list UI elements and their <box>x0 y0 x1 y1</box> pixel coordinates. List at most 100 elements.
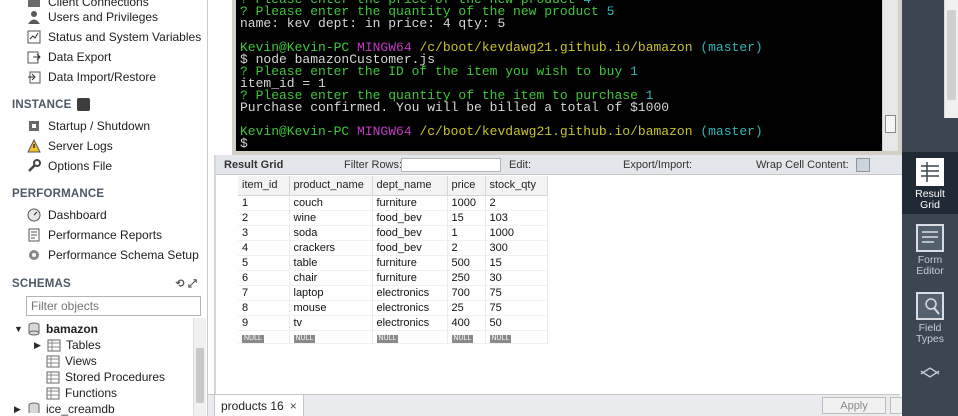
table-cell[interactable]: laptop <box>289 285 373 301</box>
table-cell[interactable]: soda <box>289 225 373 241</box>
table-row[interactable]: 8 mouse electronics 25 75 <box>238 300 548 316</box>
null-cell[interactable]: NULL <box>238 330 290 344</box>
table-cell[interactable]: 700 <box>447 285 486 301</box>
table-row[interactable]: 9 tv electronics 400 50 <box>238 315 548 331</box>
table-cell[interactable]: 50 <box>485 315 548 331</box>
nav-item-performance-schema-setup[interactable]: Performance Schema Setup <box>26 246 199 264</box>
table-cell[interactable]: couch <box>289 195 373 211</box>
table-cell[interactable]: 300 <box>485 240 548 256</box>
collapse-arrow-icon[interactable]: ▼ <box>14 324 24 334</box>
table-cell[interactable]: 2 <box>485 195 548 211</box>
table-cell[interactable]: 9 <box>238 315 290 331</box>
close-icon[interactable]: × <box>290 399 297 413</box>
column-header[interactable]: dept_name <box>372 176 448 196</box>
editor-scrollbar[interactable] <box>944 0 958 118</box>
nav-item-data-import[interactable]: Data Import/Restore <box>26 68 156 86</box>
column-header[interactable]: product_name <box>289 176 373 196</box>
tree-item-stored-procedures[interactable]: Stored Procedures <box>46 369 165 385</box>
tree-item-views[interactable]: Views <box>46 353 97 369</box>
table-cell[interactable]: 1 <box>447 225 486 241</box>
filter-rows-input[interactable] <box>401 158 501 172</box>
nav-item-startup-shutdown[interactable]: Startup / Shutdown <box>26 117 150 135</box>
filter-objects-input[interactable] <box>26 296 201 316</box>
nav-item-status-and-system-variables[interactable]: Status and System Variables <box>26 28 201 46</box>
table-cell[interactable]: 1000 <box>447 195 486 211</box>
table-cell[interactable]: furniture <box>372 270 448 286</box>
column-header[interactable]: price <box>447 176 486 196</box>
table-cell[interactable]: electronics <box>372 315 448 331</box>
nav-item-data-export[interactable]: Data Export <box>26 48 111 66</box>
schema-ice-creamdb[interactable]: ▶ ice_creamdb <box>14 401 115 416</box>
table-cell[interactable]: mouse <box>289 300 373 316</box>
tree-item-functions[interactable]: Functions <box>46 385 117 401</box>
result-grid-view-button[interactable]: Result Grid <box>902 158 958 211</box>
table-cell[interactable]: wine <box>289 210 373 226</box>
column-header[interactable]: item_id <box>238 176 290 196</box>
table-cell[interactable]: table <box>289 255 373 271</box>
table-cell[interactable]: food_bev <box>372 225 448 241</box>
table-cell[interactable]: electronics <box>372 285 448 301</box>
field-types-view-button[interactable]: Field Types <box>902 292 958 345</box>
table-cell[interactable]: 75 <box>485 285 548 301</box>
table-row[interactable]: 6 chair furniture 250 30 <box>238 270 548 286</box>
scroll-views-button[interactable]: ︿ ﹀ <box>902 357 958 391</box>
table-row[interactable]: 2 wine food_bev 15 103 <box>238 210 548 226</box>
table-row[interactable]: 4 crackers food_bev 2 300 <box>238 240 548 256</box>
table-cell[interactable]: 7 <box>238 285 290 301</box>
terminal-window[interactable]: ? Please enter the price of the new prod… <box>232 0 902 155</box>
table-cell[interactable]: 6 <box>238 270 290 286</box>
column-header[interactable]: stock_qty <box>485 176 548 196</box>
table-cell[interactable]: 30 <box>485 270 548 286</box>
expand-arrow-icon[interactable]: ▶ <box>14 404 24 415</box>
table-cell[interactable]: 15 <box>447 210 486 226</box>
table-row[interactable]: 3 soda food_bev 1 1000 <box>238 225 548 241</box>
table-cell[interactable]: food_bev <box>372 210 448 226</box>
scrollbar-thumb[interactable] <box>947 10 956 100</box>
scrollbar-thumb[interactable] <box>885 115 896 133</box>
table-cell[interactable]: electronics <box>372 300 448 316</box>
table-cell[interactable]: tv <box>289 315 373 331</box>
table-cell[interactable]: 250 <box>447 270 486 286</box>
table-cell[interactable]: 15 <box>485 255 548 271</box>
nav-item-dashboard[interactable]: Dashboard <box>26 206 107 224</box>
form-editor-view-button[interactable]: Form Editor <box>902 224 958 277</box>
new-row[interactable]: NULL NULL NULL NULL NULL <box>238 330 548 344</box>
nav-item-users-and-privileges[interactable]: Users and Privileges <box>26 8 158 26</box>
wrap-cell-icon[interactable] <box>856 158 870 172</box>
nav-item-performance-reports[interactable]: Performance Reports <box>26 226 162 244</box>
table-cell[interactable]: 3 <box>238 225 290 241</box>
table-cell[interactable]: 500 <box>447 255 486 271</box>
table-cell[interactable]: crackers <box>289 240 373 256</box>
table-cell[interactable]: 25 <box>447 300 486 316</box>
nav-item-options-file[interactable]: Options File <box>26 157 112 175</box>
scrollbar-thumb[interactable] <box>196 348 204 403</box>
table-cell[interactable]: 4 <box>238 240 290 256</box>
nav-item-server-logs[interactable]: Server Logs <box>26 137 113 155</box>
table-cell[interactable]: 5 <box>238 255 290 271</box>
schema-bamazon[interactable]: ▼ bamazon <box>14 321 98 337</box>
terminal-scrollbar[interactable] <box>882 0 898 151</box>
tab-products-16[interactable]: products 16 × <box>214 395 304 416</box>
result-grid-label[interactable]: Result Grid <box>224 159 283 171</box>
table-cell[interactable]: 75 <box>485 300 548 316</box>
table-row[interactable]: 5 table furniture 500 15 <box>238 255 548 271</box>
table-cell[interactable]: 400 <box>447 315 486 331</box>
table-cell[interactable]: furniture <box>372 195 448 211</box>
table-cell[interactable]: furniture <box>372 255 448 271</box>
null-cell[interactable]: NULL <box>289 330 373 344</box>
table-cell[interactable]: 8 <box>238 300 290 316</box>
null-cell[interactable]: NULL <box>372 330 448 344</box>
table-cell[interactable]: 1000 <box>485 225 548 241</box>
null-cell[interactable]: NULL <box>447 330 486 344</box>
table-cell[interactable]: 1 <box>238 195 290 211</box>
null-cell[interactable]: NULL <box>485 330 548 344</box>
table-cell[interactable]: 2 <box>238 210 290 226</box>
table-cell[interactable]: food_bev <box>372 240 448 256</box>
table-row[interactable]: 7 laptop electronics 700 75 <box>238 285 548 301</box>
table-cell[interactable]: 103 <box>485 210 548 226</box>
navigator-scrollbar[interactable] <box>193 318 206 416</box>
tree-item-tables[interactable]: ▶ Tables <box>34 337 101 353</box>
table-row[interactable]: 1 couch furniture 1000 2 <box>238 195 548 211</box>
table-cell[interactable]: chair <box>289 270 373 286</box>
chevron-down-icon[interactable]: ﹀ <box>920 370 940 392</box>
